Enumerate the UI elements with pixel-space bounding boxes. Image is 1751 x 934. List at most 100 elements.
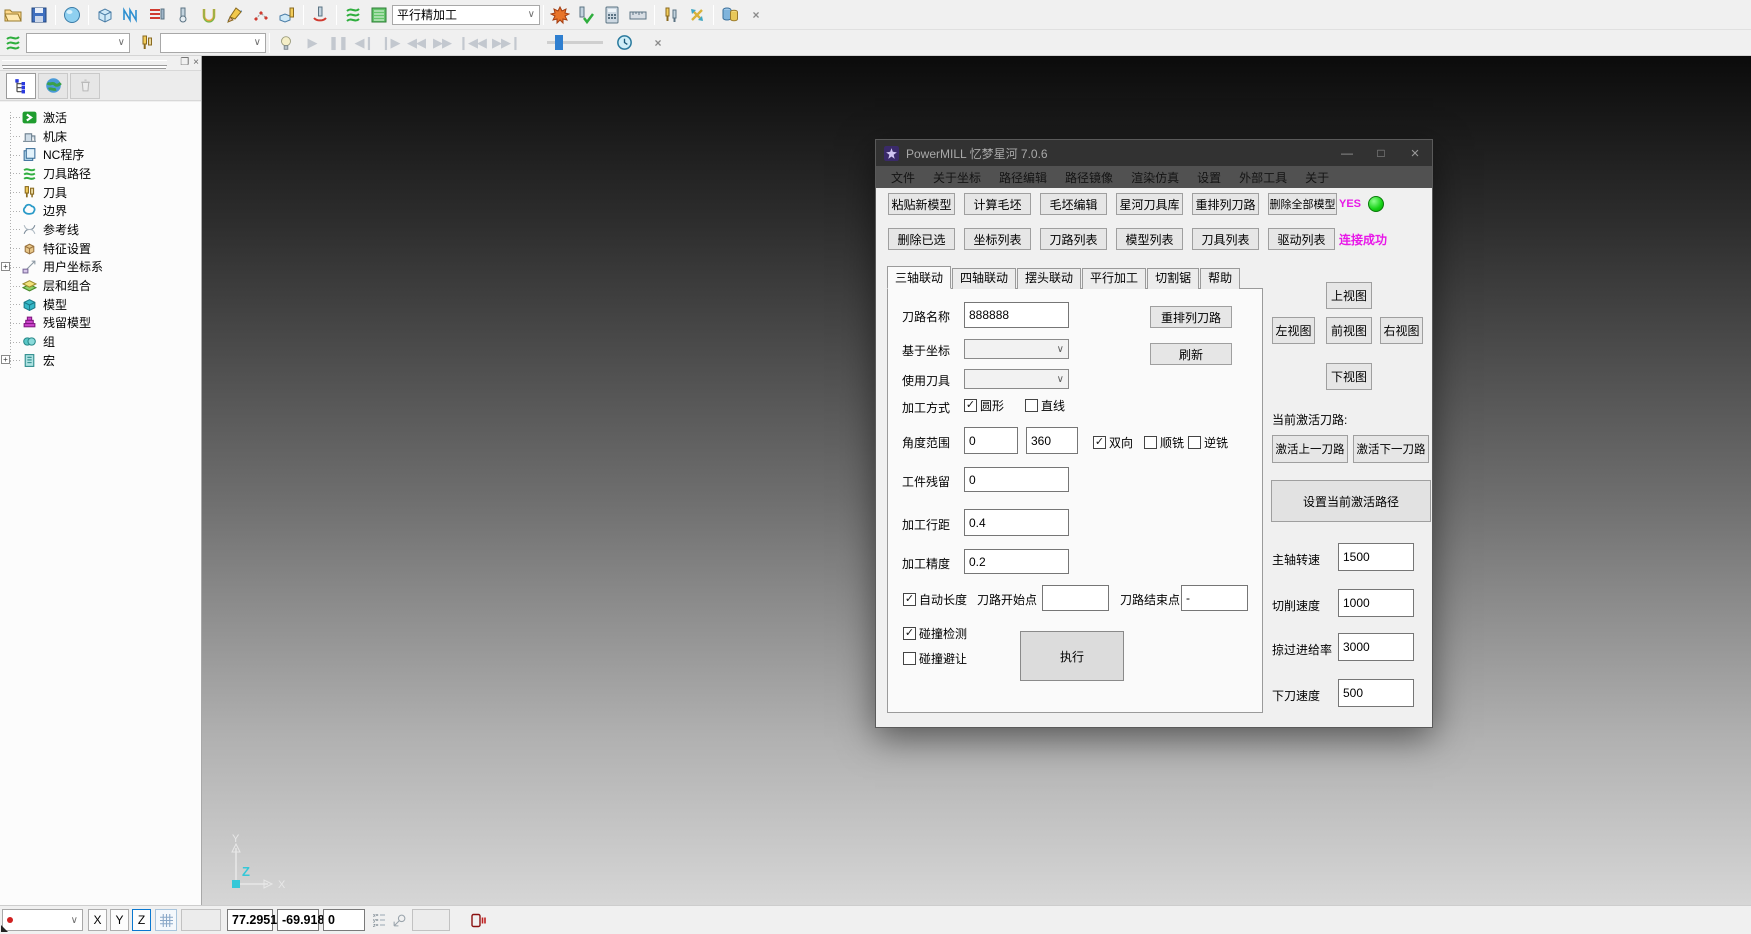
grid-snap-button[interactable] <box>155 909 177 931</box>
calculator-button[interactable] <box>599 3 625 27</box>
save-button[interactable] <box>26 3 52 27</box>
refresh-button[interactable]: 刷新 <box>1150 343 1232 365</box>
auto-length-checkbox[interactable]: ✓自动长度 <box>903 591 967 608</box>
sidebar-item-levels[interactable]: 层和组合 <box>0 276 201 295</box>
menu-path-edit[interactable]: 路径编辑 <box>990 169 1056 186</box>
skim-feed-input[interactable] <box>1338 633 1414 661</box>
stock-remain-input[interactable] <box>964 467 1069 492</box>
sim-skip-end-button[interactable]: ▶▶❙ <box>489 31 523 55</box>
coord-list-button[interactable]: 坐标列表 <box>964 228 1031 250</box>
boundary-button[interactable] <box>196 3 222 27</box>
sim-speed-slider[interactable] <box>547 41 603 44</box>
sidebar-item-activate[interactable]: 激活 <box>0 108 201 127</box>
sidebar-item-tools[interactable]: 刀具 <box>0 183 201 202</box>
delete-all-models-button[interactable]: 删除全部模型 <box>1268 193 1337 215</box>
drive-list-button[interactable]: 驱动列表 <box>1268 228 1335 250</box>
nc-program-button[interactable] <box>366 3 392 27</box>
sidebar-item-models[interactable]: 模型 <box>0 295 201 314</box>
transform-button[interactable] <box>684 3 710 27</box>
sim-toolbar-close-button[interactable]: × <box>645 31 671 55</box>
axis-x-button[interactable]: X <box>88 909 107 931</box>
position-mode-select[interactable]: ∨ <box>2 909 83 931</box>
axis-z-button[interactable]: Z <box>132 909 151 931</box>
view-bottom-button[interactable]: 下视图 <box>1326 363 1372 390</box>
panel-grip[interactable]: ❐× <box>0 56 201 71</box>
view-left-button[interactable]: 左视图 <box>1272 317 1315 344</box>
climb-checkbox[interactable]: 顺铣 <box>1144 434 1184 451</box>
activate-next-button[interactable]: 激活下一刀路 <box>1353 435 1429 463</box>
print-preview-button[interactable] <box>59 3 85 27</box>
reorder-toolpaths-button[interactable]: 重排列刀路 <box>1192 193 1259 215</box>
tab-3axis[interactable]: 三轴联动 <box>887 266 951 289</box>
coord-select[interactable]: ∨ <box>964 339 1069 359</box>
stock-edit-button[interactable]: 毛坯编辑 <box>1040 193 1107 215</box>
open-file-button[interactable] <box>0 3 26 27</box>
tool-pair-button[interactable] <box>658 3 684 27</box>
mode-circle-checkbox[interactable]: ✓圆形 <box>964 397 1004 414</box>
expand-icon[interactable]: + <box>1 355 10 364</box>
sim-toolpath-select[interactable]: ∨ <box>26 33 130 53</box>
maximize-button[interactable]: □ <box>1364 140 1398 166</box>
tool-button[interactable] <box>170 3 196 27</box>
model-list-button[interactable]: 模型列表 <box>1116 228 1183 250</box>
sim-pause-button[interactable]: ❚❚ <box>325 31 351 55</box>
tab-saw[interactable]: 切割锯 <box>1147 268 1199 289</box>
view-top-button[interactable]: 上视图 <box>1326 282 1372 309</box>
stock-button[interactable] <box>144 3 170 27</box>
tab-globe[interactable] <box>38 73 68 99</box>
menu-path-mirror[interactable]: 路径镜像 <box>1056 169 1122 186</box>
sidebar-item-macros[interactable]: +宏 <box>0 351 201 370</box>
tab-tilt-head[interactable]: 摆头联动 <box>1017 268 1081 289</box>
measure-button[interactable] <box>625 3 651 27</box>
collision-avoid-checkbox[interactable]: 碰撞避让 <box>903 650 967 667</box>
sim-tool-select[interactable]: ∨ <box>160 33 266 53</box>
execute-button[interactable]: 执行 <box>1020 631 1124 681</box>
paste-new-model-button[interactable]: 粘贴新模型 <box>888 193 955 215</box>
simulation-button[interactable] <box>307 3 333 27</box>
block-button[interactable] <box>92 3 118 27</box>
activate-prev-button[interactable]: 激活上一刀路 <box>1272 435 1348 463</box>
tab-help[interactable]: 帮助 <box>1200 268 1240 289</box>
toolpath-strategy-button[interactable] <box>118 3 144 27</box>
set-active-path-button[interactable]: 设置当前激活路径 <box>1271 480 1431 522</box>
menu-settings[interactable]: 设置 <box>1188 169 1230 186</box>
menu-file[interactable]: 文件 <box>882 169 924 186</box>
database-button[interactable] <box>717 3 743 27</box>
orientation-button[interactable] <box>392 909 408 931</box>
collision-check-checkbox[interactable]: ✓碰撞检测 <box>903 625 967 642</box>
sidebar-item-workplanes[interactable]: +用户坐标系 <box>0 258 201 277</box>
sim-light-button[interactable] <box>273 31 299 55</box>
end-point-input[interactable] <box>1181 585 1248 611</box>
view-right-button[interactable]: 右视图 <box>1380 317 1423 344</box>
stepover-input[interactable] <box>964 509 1069 536</box>
reorder-button[interactable]: 重排列刀路 <box>1150 306 1232 328</box>
points-button[interactable] <box>248 3 274 27</box>
minimize-button[interactable]: — <box>1330 140 1364 166</box>
sidebar-item-stock-models[interactable]: 残留模型 <box>0 314 201 333</box>
tab-parallel[interactable]: 平行加工 <box>1082 268 1146 289</box>
toolpath-name-input[interactable] <box>964 302 1069 328</box>
sim-clock-button[interactable] <box>611 31 637 55</box>
clipboard-monitor-button[interactable] <box>470 909 486 931</box>
sidebar-item-patterns[interactable]: 参考线 <box>0 220 201 239</box>
bidirectional-checkbox[interactable]: ✓双向 <box>1093 434 1133 451</box>
sidebar-item-toolpaths[interactable]: 刀具路径 <box>0 164 201 183</box>
sim-step-back-button[interactable]: ◀❙ <box>351 31 377 55</box>
sidebar-item-boundaries[interactable]: 边界 <box>0 201 201 220</box>
tolerance-input[interactable] <box>964 549 1069 574</box>
angle-from-input[interactable] <box>964 427 1018 454</box>
tab-explorer-tree[interactable] <box>6 73 36 99</box>
slider-handle[interactable] <box>555 35 563 50</box>
tab-4axis[interactable]: 四轴联动 <box>952 268 1016 289</box>
menu-render-sim[interactable]: 渲染仿真 <box>1122 169 1188 186</box>
cutting-speed-input[interactable] <box>1338 589 1414 617</box>
tool-select[interactable]: ∨ <box>964 369 1069 389</box>
sim-toolpath-button[interactable] <box>0 31 26 55</box>
sidebar-item-nc-program[interactable]: NC程序 <box>0 145 201 164</box>
plunge-speed-input[interactable] <box>1338 679 1414 707</box>
tool-list-button[interactable]: 刀具列表 <box>1192 228 1259 250</box>
restore-panel-icon[interactable]: ❐ <box>180 57 189 68</box>
sidebar-item-feature-sets[interactable]: 特征设置 <box>0 239 201 258</box>
menu-about[interactable]: 关于 <box>1296 169 1338 186</box>
sim-tool-button[interactable] <box>134 31 160 55</box>
